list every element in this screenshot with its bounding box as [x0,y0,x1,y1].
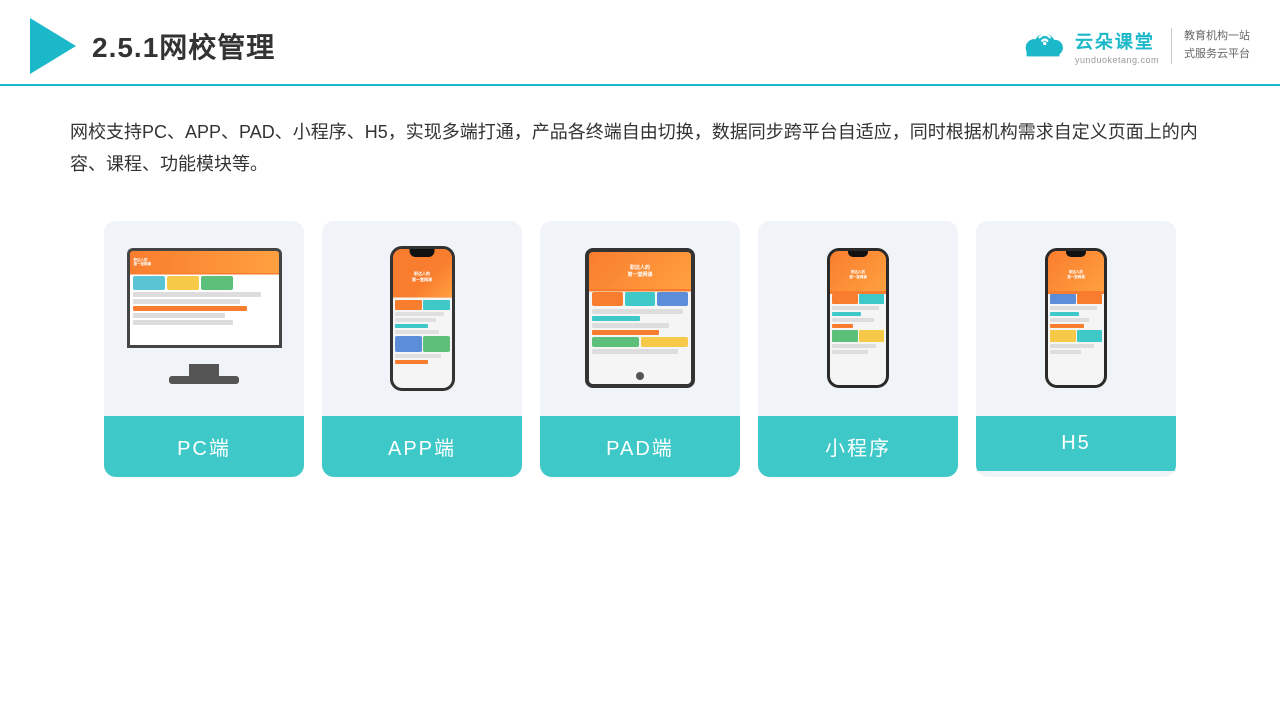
description-text: 网校支持PC、APP、PAD、小程序、H5，实现多端打通，产品各终端自由切换，数… [0,86,1280,191]
miniprogram-phone-device-icon: 职达人的第一堂网课 [827,248,889,388]
brand-area: 云朵课堂 yunduoketang.com 教育机构一站 式服务云平台 [1017,28,1250,65]
card-app-label: APP端 [322,416,522,477]
brand-slogan: 教育机构一站 式服务云平台 [1184,28,1250,63]
header: 2.5.1网校管理 云朵课堂 yunduoketang.com 教育机构一站 [0,0,1280,86]
tablet-screen: 职达人的第一堂网课 [589,252,691,384]
mini-phone-notch [848,251,868,257]
tablet-header: 职达人的第一堂网课 [589,252,691,289]
pc-monitor: 职达人的第一堂网课 [127,248,282,348]
mini-phone-header: 职达人的第一堂网课 [830,251,886,291]
h5-phone-body [1048,291,1104,359]
card-h5-image: 职达人的第一堂网课 [976,221,1176,416]
h5-phone-notch [1066,251,1086,257]
tablet-body [589,289,691,359]
app-phone-device-icon: 职达人的第一堂网课 [390,246,455,391]
card-pc-image: 职达人的第一堂网课 [104,221,304,416]
h5-phone-header: 职达人的第一堂网课 [1048,251,1104,291]
page-title: 2.5.1网校管理 [92,26,275,66]
phone-notch [410,249,435,257]
card-h5: 职达人的第一堂网课 [976,221,1176,477]
card-app-image: 职达人的第一堂网课 [322,221,522,416]
phone-screen: 职达人的第一堂网课 [393,249,452,388]
card-miniprogram-image: 职达人的第一堂网课 [758,221,958,416]
card-pad: 职达人的第一堂网课 [540,221,740,477]
pc-device-icon: 职达人的第一堂网课 [122,238,287,398]
h5-phone-screen: 职达人的第一堂网课 [1048,251,1104,385]
card-miniprogram: 职达人的第一堂网课 [758,221,958,477]
cards-container: 职达人的第一堂网课 [0,191,1280,507]
mini-phone-screen: 职达人的第一堂网课 [830,251,886,385]
phone-body [393,297,452,369]
brand-icon: 云朵课堂 yunduoketang.com [1017,28,1159,65]
mini-phone-body [830,291,886,359]
card-h5-label: H5 [976,416,1176,471]
card-pc-label: PC端 [104,416,304,477]
card-app: 职达人的第一堂网课 [322,221,522,477]
pad-tablet-device-icon: 职达人的第一堂网课 [585,248,695,388]
card-pad-label: PAD端 [540,416,740,477]
card-miniprogram-label: 小程序 [758,416,958,477]
card-pc: 职达人的第一堂网课 [104,221,304,477]
page-name: 网校管理 [159,32,275,63]
brand-divider [1171,28,1172,64]
card-pad-image: 职达人的第一堂网课 [540,221,740,416]
page-number: 2.5.1 [92,32,159,63]
tablet-home-button [636,372,644,380]
pc-stand [189,364,219,376]
pc-screen: 职达人的第一堂网课 [130,251,279,345]
brand-name-cn: 云朵课堂 yunduoketang.com [1075,28,1159,65]
logo-triangle-icon [30,18,76,74]
header-left: 2.5.1网校管理 [30,18,275,74]
pc-base [169,376,239,384]
cloud-logo-icon [1017,28,1069,64]
h5-phone-device-icon: 职达人的第一堂网课 [1045,248,1107,388]
